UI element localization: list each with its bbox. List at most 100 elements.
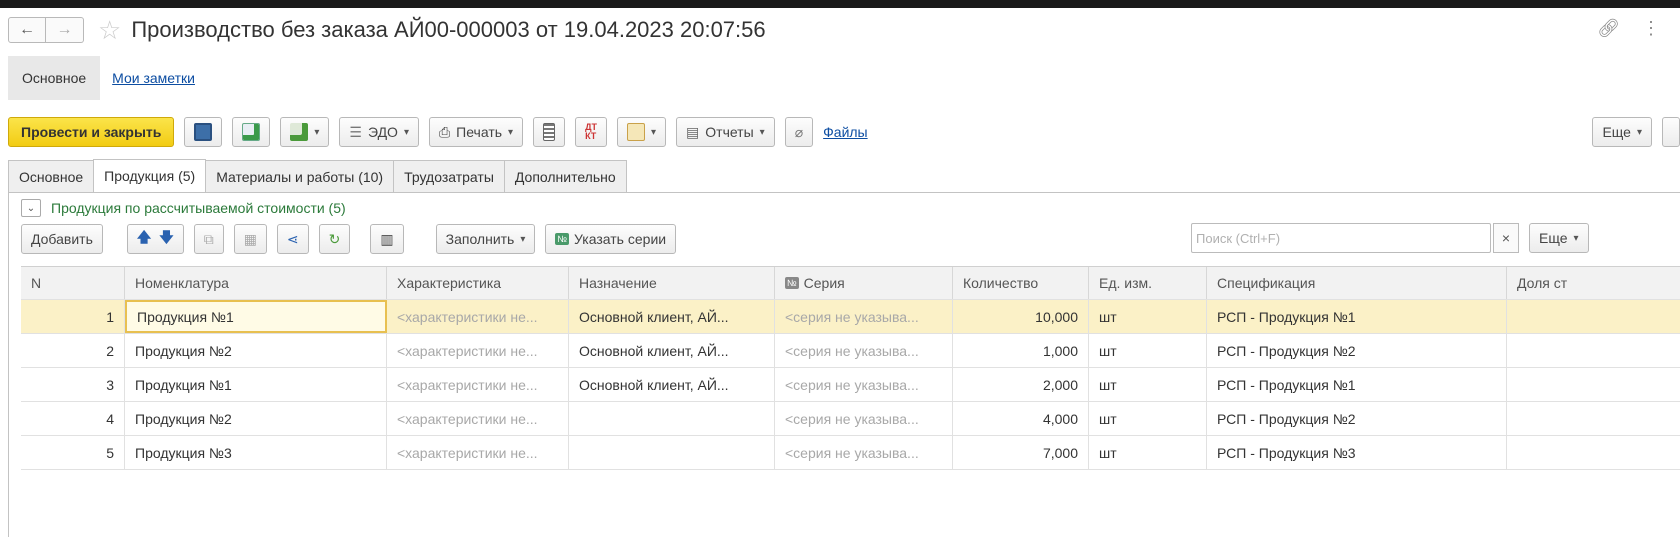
journal-button[interactable] — [533, 117, 566, 147]
cell-spec[interactable]: РСП - Продукция №1 — [1207, 368, 1507, 401]
cell-naz[interactable]: Основной клиент, АЙ... — [569, 334, 775, 367]
search-input[interactable]: Поиск (Ctrl+F) — [1191, 223, 1491, 253]
cell-naz[interactable]: Основной клиент, АЙ... — [569, 300, 775, 333]
tab-additional[interactable]: Дополнительно — [503, 160, 627, 192]
share-button[interactable]: ⋖ — [276, 224, 309, 254]
table-row[interactable]: 4 Продукция №2 <характеристики не... <серия… — [21, 402, 1680, 436]
arrow-right-icon[interactable]: → — [46, 17, 84, 43]
copy-button[interactable]: ⧉ — [193, 224, 224, 254]
create-based-on-button[interactable]: ▾ — [280, 117, 330, 147]
table-row[interactable]: 2 Продукция №2 <характеристики не... Основн… — [21, 334, 1680, 368]
document-structure-button[interactable]: ▾ — [617, 117, 667, 147]
cell-qty[interactable]: 10,000 — [953, 300, 1089, 333]
cell-char[interactable]: <характеристики не... — [387, 300, 569, 333]
cell-ser[interactable]: <серия не указыва... — [775, 368, 953, 401]
more-button[interactable]: Еще ▾ — [1592, 117, 1652, 147]
table-row[interactable]: 3 Продукция №1 <характеристики не... Основн… — [21, 368, 1680, 402]
cell-qty[interactable]: 1,000 — [953, 334, 1089, 367]
header-characteristic[interactable]: Характеристика — [387, 267, 569, 299]
cell-qty[interactable]: 7,000 — [953, 436, 1089, 469]
edo-button[interactable]: ☰ ЭДО ▾ — [339, 117, 419, 147]
cell-dol[interactable] — [1507, 368, 1680, 401]
cell-ser[interactable]: <серия не указыва... — [775, 334, 953, 367]
cell-dol[interactable] — [1507, 402, 1680, 435]
cell-unit[interactable]: шт — [1089, 300, 1207, 333]
cell-spec[interactable]: РСП - Продукция №2 — [1207, 402, 1507, 435]
tab-products[interactable]: Продукция (5) — [93, 159, 207, 192]
cell-char[interactable]: <характеристики не... — [387, 436, 569, 469]
cell-n[interactable]: 3 — [21, 368, 125, 401]
cell-char[interactable]: <характеристики не... — [387, 368, 569, 401]
cell-ser[interactable]: <серия не указыва... — [775, 402, 953, 435]
header-specification[interactable]: Спецификация — [1207, 267, 1507, 299]
cell-unit[interactable]: шт — [1089, 436, 1207, 469]
files-link[interactable]: Файлы — [823, 124, 867, 140]
add-button[interactable]: Добавить — [21, 224, 103, 254]
header-nomenclature[interactable]: Номенклатура — [125, 267, 387, 299]
print-button[interactable]: ⎙ Печать ▾ — [428, 117, 524, 147]
cell-ser[interactable]: <серия не указыва... — [775, 300, 953, 333]
attach-button[interactable]: ⌀ — [784, 117, 814, 147]
cell-qty[interactable]: 4,000 — [953, 402, 1089, 435]
header-series[interactable]: № Серия — [775, 267, 953, 299]
arrow-down-icon[interactable]: 🡇 — [159, 227, 173, 251]
table-more-button[interactable]: Еще ▾ — [1529, 223, 1589, 253]
cell-nom[interactable]: Продукция №2 — [125, 402, 387, 435]
table-row[interactable]: 5 Продукция №3 <характеристики не... <серия… — [21, 436, 1680, 470]
cell-unit[interactable]: шт — [1089, 368, 1207, 401]
header-share[interactable]: Доля ст — [1507, 267, 1680, 299]
cell-ser[interactable]: <серия не указыва... — [775, 436, 953, 469]
cell-char[interactable]: <характеристики не... — [387, 334, 569, 367]
cell-nom[interactable]: Продукция №3 — [125, 436, 387, 469]
cell-unit[interactable]: шт — [1089, 334, 1207, 367]
cell-dol[interactable] — [1507, 436, 1680, 469]
arrow-left-icon[interactable]: ← — [8, 17, 46, 43]
cell-char[interactable]: <характеристики не... — [387, 402, 569, 435]
section-main[interactable]: Основное — [8, 56, 101, 100]
specify-series-button[interactable]: № Указать серии — [545, 224, 677, 254]
post-and-close-button[interactable]: Провести и закрыть — [8, 117, 175, 147]
tab-labor[interactable]: Трудозатраты — [393, 160, 505, 192]
dt-kt-button[interactable]: ДТ КТ — [575, 117, 607, 147]
cell-spec[interactable]: РСП - Продукция №3 — [1207, 436, 1507, 469]
header-n[interactable]: N — [21, 267, 125, 299]
cell-spec[interactable]: РСП - Продукция №2 — [1207, 334, 1507, 367]
search-clear-button[interactable]: × — [1493, 223, 1519, 253]
collapse-chevron-icon[interactable]: ⌄ — [21, 199, 41, 217]
section-notes-link[interactable]: Мои заметки — [112, 70, 195, 86]
products-group-title[interactable]: Продукция по рассчитываемой стоимости (5… — [51, 200, 346, 216]
cell-spec[interactable]: РСП - Продукция №1 — [1207, 300, 1507, 333]
post-button[interactable] — [232, 117, 271, 147]
cell-naz[interactable] — [569, 436, 775, 469]
recalculate-button[interactable]: ↻ — [318, 224, 351, 254]
cell-n[interactable]: 4 — [21, 402, 125, 435]
cell-nom[interactable]: Продукция №1 — [125, 300, 387, 333]
vertical-dots-icon[interactable]: ⋮ — [1642, 18, 1660, 39]
cell-n[interactable]: 5 — [21, 436, 125, 469]
header-purpose[interactable]: Назначение — [569, 267, 775, 299]
fill-button[interactable]: Заполнить ▾ — [435, 224, 536, 254]
cell-n[interactable]: 1 — [21, 300, 125, 333]
cell-dol[interactable] — [1507, 300, 1680, 333]
reports-button[interactable]: ▤ Отчеты ▾ — [676, 117, 775, 147]
tab-materials[interactable]: Материалы и работы (10) — [205, 160, 395, 192]
arrow-up-icon[interactable]: 🡅 — [137, 227, 151, 251]
cell-naz[interactable]: Основной клиент, АЙ... — [569, 368, 775, 401]
cell-qty[interactable]: 2,000 — [953, 368, 1089, 401]
link-icon[interactable]: 🔗︎ — [1597, 18, 1620, 39]
cell-nom[interactable]: Продукция №2 — [125, 334, 387, 367]
cell-dol[interactable] — [1507, 334, 1680, 367]
help-button[interactable] — [1662, 117, 1680, 147]
header-unit[interactable]: Ед. изм. — [1089, 267, 1207, 299]
tab-main[interactable]: Основное — [8, 160, 95, 192]
save-button[interactable] — [184, 117, 223, 147]
cell-nom[interactable]: Продукция №1 — [125, 368, 387, 401]
header-quantity[interactable]: Количество — [953, 267, 1089, 299]
star-icon[interactable]: ☆ — [98, 17, 121, 43]
table-row[interactable]: 1 Продукция №1 <характеристики не... Основн… — [21, 300, 1680, 334]
barcode-button[interactable]: ▥ — [370, 224, 404, 254]
cell-naz[interactable] — [569, 402, 775, 435]
paste-button[interactable]: ▦ — [233, 224, 267, 254]
cell-unit[interactable]: шт — [1089, 402, 1207, 435]
cell-n[interactable]: 2 — [21, 334, 125, 367]
